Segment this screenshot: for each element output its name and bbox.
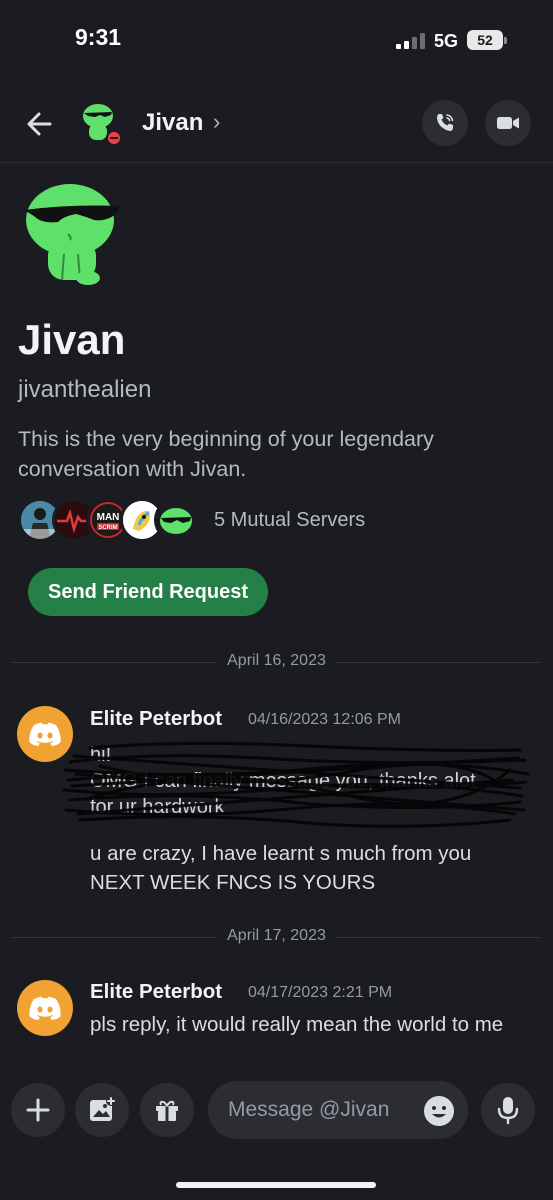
message-text: pls reply, it would really mean the worl… <box>90 1013 504 1036</box>
redaction-scribble <box>62 741 530 828</box>
back-arrow-icon[interactable] <box>22 106 58 142</box>
message-avatar[interactable] <box>17 980 73 1036</box>
network-label: 5G <box>434 31 459 51</box>
emoji-icon[interactable] <box>423 1095 455 1127</box>
signal-icon <box>396 33 425 49</box>
date-divider-label: April 16, 2023 <box>217 652 336 669</box>
chevron-right-icon[interactable]: › <box>213 109 220 135</box>
server-label: MAN <box>97 512 120 523</box>
conversation-intro-text: This is the very beginning of your legen… <box>18 427 434 481</box>
message-author[interactable]: Elite Peterbot <box>90 707 222 731</box>
gift-button[interactable] <box>140 1083 194 1137</box>
message-timestamp: 04/16/2023 12:06 PM <box>248 711 402 728</box>
status-time: 9:31 <box>75 24 122 50</box>
message-author[interactable]: Elite Peterbot <box>90 980 222 1004</box>
discord-logo-icon <box>29 996 61 1020</box>
date-divider-label: April 17, 2023 <box>217 927 336 944</box>
message-input-placeholder: Message @Jivan <box>228 1098 390 1121</box>
gift-icon <box>156 1100 178 1121</box>
profile-display-name: Jivan <box>18 316 126 363</box>
header-avatar[interactable] <box>78 100 126 148</box>
microphone-icon <box>497 1097 519 1125</box>
profile-avatar[interactable] <box>18 180 128 290</box>
add-attachment-button[interactable] <box>11 1083 65 1137</box>
server-label: SCRIM <box>98 525 117 531</box>
home-indicator <box>176 1182 376 1188</box>
send-friend-request-button[interactable]: Send Friend Request <box>28 568 268 616</box>
message-text: NEXT WEEK FNCS IS YOURS <box>90 871 376 894</box>
server-icon <box>154 498 198 542</box>
voice-message-button[interactable] <box>481 1083 535 1137</box>
header-username[interactable]: Jivan <box>142 109 203 137</box>
date-divider: April 16, 2023 <box>0 652 553 670</box>
message-timestamp: 04/17/2023 2:21 PM <box>248 984 393 1001</box>
video-camera-icon <box>497 117 519 129</box>
date-divider: April 17, 2023 <box>0 927 553 945</box>
mutual-servers-label[interactable]: 5 Mutual Servers <box>214 509 365 532</box>
video-call-button[interactable] <box>485 100 531 146</box>
discord-logo-icon <box>29 722 61 746</box>
image-icon <box>90 1096 116 1121</box>
phone-icon <box>437 114 454 131</box>
image-picker-button[interactable] <box>75 1083 129 1137</box>
voice-call-button[interactable] <box>422 100 468 146</box>
profile-username: jivanthealien <box>18 376 152 403</box>
message-text: u are crazy, I have learnt s much from y… <box>90 842 472 865</box>
battery-indicator: 52 <box>467 30 503 50</box>
battery-tip <box>504 37 507 44</box>
plus-icon <box>26 1098 50 1122</box>
mutual-server-icons[interactable]: MAN SCRIM <box>18 498 208 544</box>
